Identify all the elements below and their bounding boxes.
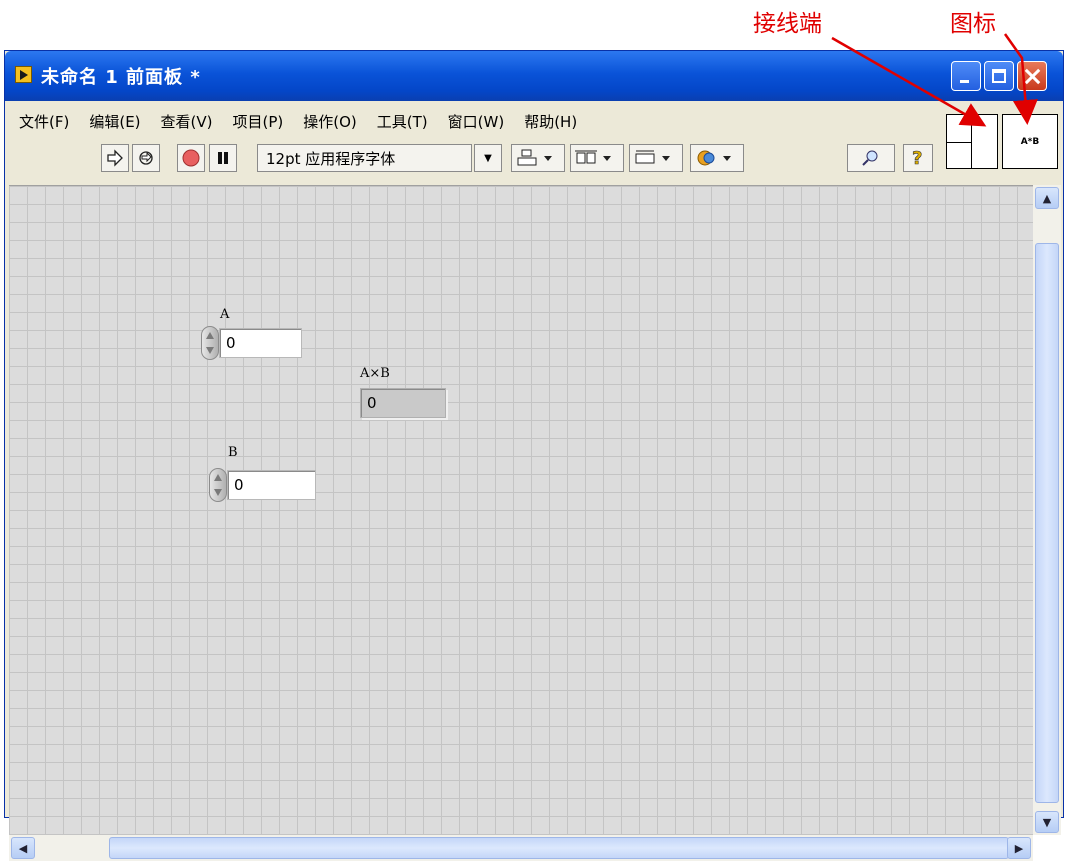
menu-view[interactable]: 查看(V)	[161, 111, 213, 135]
vertical-scroll-thumb[interactable]	[1035, 243, 1059, 803]
abort-button[interactable]	[177, 144, 205, 172]
scroll-right-button[interactable]: ▶	[1007, 837, 1031, 859]
distribute-objects-icon	[575, 150, 611, 164]
control-a-increment[interactable]	[201, 326, 219, 360]
labview-app-icon	[15, 66, 32, 83]
control-b-increment[interactable]	[209, 468, 227, 502]
context-help-button[interactable]: ?	[903, 144, 933, 172]
scroll-down-button[interactable]: ▼	[1035, 811, 1059, 833]
align-objects-icon	[517, 149, 552, 166]
search-icon	[862, 150, 878, 166]
connector-annotation-label: 接线端	[753, 11, 822, 37]
scroll-left-button[interactable]: ◀	[11, 837, 35, 859]
menu-bar: 文件(F) 编辑(E) 查看(V) 项目(P) 操作(O) 工具(T) 窗口(W…	[19, 111, 577, 135]
svg-text:?: ?	[912, 148, 922, 169]
maximize-button[interactable]	[984, 61, 1014, 91]
resize-objects-button[interactable]	[629, 144, 683, 172]
control-a-label: A	[220, 307, 230, 322]
align-objects-button[interactable]	[511, 144, 565, 172]
reorder-icon	[697, 150, 731, 166]
vertical-scrollbar[interactable]: ▲ ▼	[1033, 185, 1061, 835]
vi-icon[interactable]: A*B	[1002, 114, 1058, 169]
indicator-label: A×B	[360, 366, 390, 381]
resize-objects-icon	[635, 150, 670, 164]
title-bar[interactable]: 未命名 1 前面板 *	[5, 51, 1063, 101]
distribute-objects-button[interactable]	[570, 144, 624, 172]
menu-help[interactable]: 帮助(H)	[524, 111, 577, 135]
horizontal-scrollbar[interactable]: ◀ ▶	[9, 835, 1033, 861]
run-continuously-icon	[139, 151, 153, 165]
run-continuously-button[interactable]	[132, 144, 160, 172]
control-b-label: B	[228, 445, 238, 460]
help-icon: ?	[912, 148, 923, 169]
icon-annotation-label: 图标	[950, 11, 996, 37]
run-arrow-icon	[107, 149, 123, 167]
font-dropdown[interactable]: 12pt 应用程序字体	[257, 144, 472, 172]
horizontal-scroll-thumb[interactable]	[109, 837, 1009, 859]
menu-edit[interactable]: 编辑(E)	[89, 111, 140, 135]
menu-tools[interactable]: 工具(T)	[377, 111, 428, 135]
search-button[interactable]	[847, 144, 895, 172]
scroll-up-button[interactable]: ▲	[1035, 187, 1059, 209]
connector-pane[interactable]	[946, 114, 998, 169]
minimize-button[interactable]	[951, 61, 981, 91]
menu-project[interactable]: 项目(P)	[233, 111, 284, 135]
indicator-value: 0	[360, 388, 446, 418]
front-panel-window: 未命名 1 前面板 * 文件(F) 编辑(E) 查看(V) 项目(P) 操作(O…	[4, 50, 1064, 861]
control-b-value[interactable]: 0	[227, 470, 316, 500]
run-button[interactable]	[101, 144, 129, 172]
menu-window[interactable]: 窗口(W)	[448, 111, 505, 135]
font-dropdown-arrow[interactable]: ▼	[474, 144, 502, 172]
pause-icon	[218, 152, 228, 164]
stop-icon	[182, 149, 200, 167]
reorder-button[interactable]	[690, 144, 744, 172]
front-panel-canvas[interactable]: A 0 A×B 0 B 0	[9, 185, 1033, 836]
close-button[interactable]	[1017, 61, 1047, 91]
pause-button[interactable]	[209, 144, 237, 172]
menu-operate[interactable]: 操作(O)	[303, 111, 357, 135]
menu-file[interactable]: 文件(F)	[19, 111, 69, 135]
toolbar: 12pt 应用程序字体 ▼ ?	[5, 139, 945, 177]
control-a-value[interactable]: 0	[219, 328, 302, 358]
window-title: 未命名 1 前面板 *	[41, 67, 201, 88]
